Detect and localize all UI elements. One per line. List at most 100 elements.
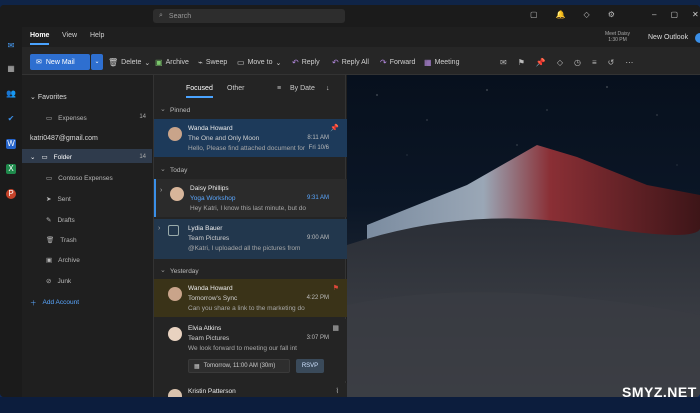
chevron-right-icon[interactable]: › [158,225,160,232]
reading-pane-image [347,75,700,397]
sweep-button[interactable]: ⌁ Sweep [198,58,227,67]
rules-icon[interactable]: ≡ [592,58,597,67]
new-mail-label: New Mail [45,58,75,66]
archive-icon: ▣ [155,58,163,67]
subject: Yoga Workshop [190,195,236,202]
pencil-icon: ✎ [46,217,52,224]
move-to-button[interactable]: ▭ Move to ⌄ [237,58,281,67]
chevron-down-icon: ⌄ [30,154,36,161]
chevron-right-icon[interactable]: › [160,187,162,194]
delete-button[interactable]: 🗑 Delete ⌄ [108,58,150,67]
folder-junk[interactable]: ⊘ Junk [46,277,71,286]
tab-help[interactable]: Help [90,32,104,39]
categorize-icon[interactable]: ◇ [557,58,563,67]
gear-icon[interactable]: ⚙ [608,10,615,19]
flag-icon[interactable]: ⚑ [333,284,339,292]
meeting-time: 1:30 PM [608,37,627,43]
message-item[interactable]: Wanda Howard Tomorrow's Sync Can you sha… [154,279,347,317]
new-mail-button[interactable]: ✉ New Mail [30,54,90,70]
upcoming-meeting[interactable]: Meet Daisy 1:30 PM [605,31,630,43]
message-item[interactable]: Kristin Patterson ⌇ [154,383,347,397]
sort-by-date[interactable]: By Date [290,85,315,92]
word-icon[interactable]: W [6,139,16,149]
read-unread-icon[interactable]: ✉ [500,58,507,67]
event-row: ▦ Tomorrow, 11:00 AM (30m) RSVP [188,359,324,373]
more-icon[interactable]: ⋯ [625,58,633,67]
people-icon[interactable]: 👥 [6,89,16,99]
section-today[interactable]: Today [160,165,188,174]
add-account-link[interactable]: ＋ Add Account [30,297,80,308]
folder-icon: ▭ [46,175,53,182]
tab-view[interactable]: View [62,32,77,39]
new-outlook-toggle[interactable] [695,33,700,43]
excel-icon[interactable]: X [6,164,16,174]
pin-icon[interactable]: 📌 [330,124,339,132]
search-box[interactable]: ⌕ Search [153,9,345,23]
tab-other[interactable]: Other [227,85,245,92]
calendar-icon[interactable]: ▦ [6,64,16,74]
message-item[interactable]: Elvia Atkins Team Pictures We look forwa… [154,319,347,381]
archive-button[interactable]: ▣ Archive [155,58,189,67]
preview: @Katri, I uploaded all the pictures from [188,245,301,252]
pin-icon[interactable]: 📌 [536,58,546,67]
account-header[interactable]: katri0487@gmail.com [30,135,98,142]
tab-home[interactable]: Home [30,32,50,45]
sender-name: Wanda Howard [188,285,233,292]
folder-sent[interactable]: ➤ Sent [46,195,71,204]
message-item[interactable]: › Lydia Bauer Team Pictures @Katri, I up… [154,219,347,259]
forward-button[interactable]: ↷ Forward [380,58,415,67]
meeting-icon: ▦ [424,58,432,67]
section-yesterday[interactable]: Yesterday [160,266,199,275]
subject: Team Pictures [188,235,230,242]
send-icon: ➤ [46,196,52,203]
folder-trash[interactable]: 🗑 Trash [46,236,77,245]
bell-icon[interactable]: 🔔 [556,10,566,19]
avatar [170,187,184,201]
favorites-header[interactable]: ⌄ Favorites [30,93,67,101]
chat-icon[interactable]: ▢ [530,10,538,19]
unread-count: 14 [139,114,146,120]
folder-drafts[interactable]: ✎ Drafts [46,216,75,225]
minimize-icon[interactable]: – [652,10,656,19]
watermark-text: SMYZ.NET [622,384,697,400]
sort-direction-icon[interactable]: ↓ [326,85,330,92]
trash-icon: 🗑 [108,58,119,67]
folder-contoso-expenses[interactable]: ▭ Contoso Expenses [46,174,113,183]
filter-icon[interactable]: ≡ [277,85,281,92]
event-time[interactable]: ▦ Tomorrow, 11:00 AM (30m) [188,359,290,373]
folder-icon: ▭ [41,154,48,161]
tab-focused[interactable]: Focused [186,85,213,98]
todo-icon[interactable]: ✔ [6,114,16,124]
checkbox[interactable] [168,225,179,236]
maximize-icon[interactable]: ▢ [670,10,678,19]
avatar [168,327,182,341]
search-icon: ⌕ [159,12,163,19]
folder-root[interactable]: ⌄ ▭ Folder [30,153,72,162]
close-icon[interactable]: ✕ [692,10,699,19]
person-add-icon: ＋ [30,300,37,307]
undo-icon[interactable]: ↺ [608,58,615,67]
archive-icon: ▣ [46,257,53,264]
section-pinned[interactable]: Pinned [160,105,190,114]
account-label: katri0487@gmail.com [30,135,98,142]
folder-label: Sent [57,195,71,203]
snooze-icon[interactable]: ◷ [574,58,581,67]
flag-icon[interactable]: ⚑ [518,58,525,67]
message-list-header: Focused Other ≡ By Date ↓ [154,75,347,101]
mail-icon[interactable]: ✉ [6,41,16,51]
reply-button[interactable]: ↶ Reply [292,58,320,67]
sender-name: Kristin Patterson [188,388,236,395]
folder-archive[interactable]: ▣ Archive [46,256,80,265]
rsvp-button[interactable]: RSVP [296,359,324,373]
reply-all-button[interactable]: ↶ Reply All [332,58,369,67]
message-item[interactable]: › Daisy Phillips Yoga Workshop Hey Katri… [154,179,347,217]
powerpoint-icon[interactable]: P [6,189,16,199]
add-account-label: Add Account [42,298,80,306]
title-bar: ⌕ Search ▢ 🔔 ◇ ⚙ – ▢ ✕ [0,5,700,27]
new-mail-dropdown[interactable]: ⌄ [91,54,103,70]
message-item[interactable]: Wanda Howard The One and Only Moon Hello… [154,119,347,157]
folder-expenses[interactable]: ▭ Expenses [46,114,87,123]
meeting-button[interactable]: ▦ Meeting [424,58,459,67]
tag-icon[interactable]: ◇ [584,10,590,19]
taskbar [0,397,700,413]
